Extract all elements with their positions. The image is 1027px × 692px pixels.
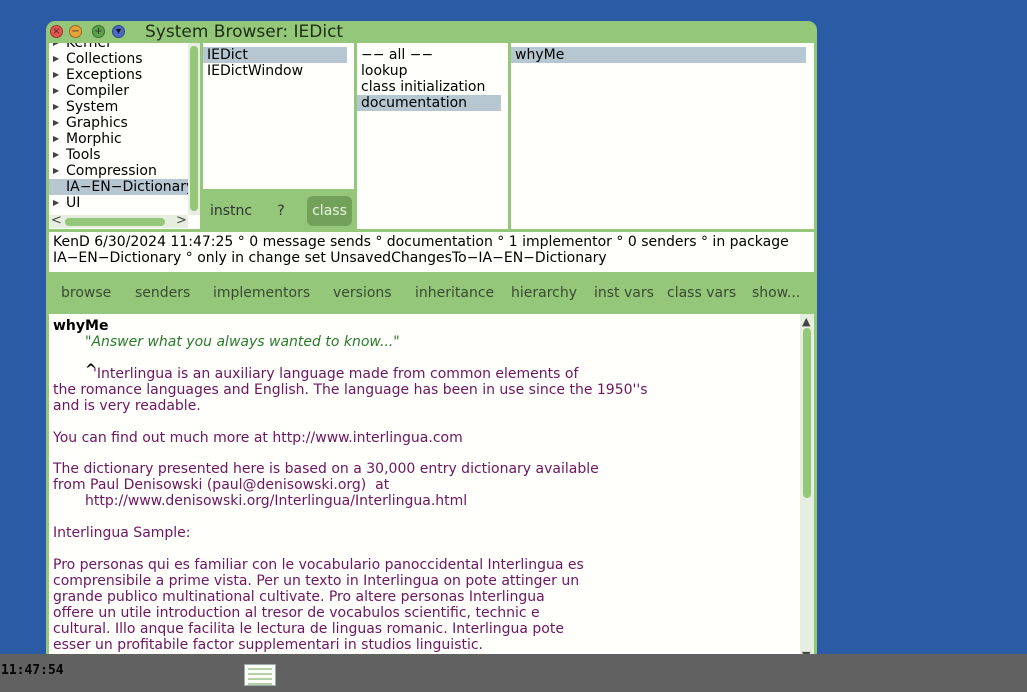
code-line: esser un profitabile factor supplementar… xyxy=(53,637,484,653)
window-thumbnail[interactable] xyxy=(244,664,276,686)
taskbar xyxy=(0,654,1027,692)
minimize-icon[interactable]: − xyxy=(69,25,82,38)
title-bar[interactable]: System Browser: IEDict × − + ▾ xyxy=(46,21,817,43)
info-line: KenD 6/30/2024 11:47:25 ° 0 message send… xyxy=(53,234,789,250)
expand-triangle-icon: ▶ xyxy=(53,43,59,51)
class-item[interactable]: IEDictWindow xyxy=(203,63,354,79)
category-horizontal-scrollbar[interactable]: < > xyxy=(49,213,188,229)
scrollbar-thumb[interactable] xyxy=(190,46,198,211)
help-button[interactable]: ? xyxy=(273,203,289,219)
protocol-item[interactable]: lookup xyxy=(357,63,508,79)
code-line: and is very readable. xyxy=(53,398,201,414)
hierarchy-button[interactable]: hierarchy xyxy=(511,285,577,301)
code-vertical-scrollbar[interactable]: ▲ ▼ xyxy=(800,314,814,663)
inst-vars-button[interactable]: inst vars xyxy=(594,285,654,301)
class-list[interactable]: IEDict IEDictWindow xyxy=(203,43,354,189)
code-line: The dictionary presented here is based o… xyxy=(53,461,599,477)
expand-triangle-icon: ▶ xyxy=(53,70,60,79)
class-vars-button[interactable]: class vars xyxy=(667,285,736,301)
protocol-item-selected[interactable]: documentation xyxy=(357,95,501,111)
scroll-right-icon[interactable]: > xyxy=(176,213,187,229)
expand-triangle-icon: ▶ xyxy=(53,166,60,175)
versions-button[interactable]: versions xyxy=(333,285,392,301)
close-icon[interactable]: × xyxy=(50,25,63,38)
implementors-button[interactable]: implementors xyxy=(213,285,310,301)
protocol-item[interactable]: −− all −− xyxy=(357,47,508,63)
scrollbar-thumb[interactable] xyxy=(803,328,811,498)
category-item-selected[interactable]: IA−EN−Dictionary xyxy=(49,179,194,195)
expand-triangle-icon: ▶ xyxy=(53,198,60,207)
category-list[interactable]: ▶Kernel ▶Collections ▶Exceptions ▶Compil… xyxy=(49,43,200,229)
expand-triangle-icon: ▶ xyxy=(53,54,60,63)
code-line: http://www.denisowski.org/Interlingua/In… xyxy=(85,493,468,509)
code-line: Interlingua Sample: xyxy=(53,525,191,541)
senders-button[interactable]: senders xyxy=(135,285,190,301)
category-item[interactable]: ▶ Compiler xyxy=(49,83,189,99)
code-line: You can find out much more at http://www… xyxy=(53,430,463,446)
code-line: offere un utile introduction al tresor d… xyxy=(53,605,540,621)
method-comment: "Answer what you always wanted to know..… xyxy=(85,334,400,350)
category-item[interactable]: ▶ Exceptions xyxy=(49,67,189,83)
inheritance-button[interactable]: inheritance xyxy=(415,285,494,301)
browse-button[interactable]: browse xyxy=(61,285,111,301)
window-title: System Browser: IEDict xyxy=(145,22,344,42)
info-line: IA−EN−Dictionary ° only in change set Un… xyxy=(53,250,607,266)
protocol-item[interactable]: class initialization xyxy=(357,79,508,95)
maximize-icon[interactable]: + xyxy=(92,25,105,38)
class-mode-buttons: instnc ? class xyxy=(203,192,354,229)
protocol-list[interactable]: −− all −− lookup class initialization do… xyxy=(357,43,508,229)
category-item[interactable]: ▶Kernel xyxy=(49,43,189,51)
code-line: the romance languages and English. The l… xyxy=(53,382,648,398)
taskbar-clock: 11:47:54 xyxy=(1,663,64,678)
category-item[interactable]: ▶ Compression xyxy=(49,163,189,179)
method-selector: whyMe xyxy=(53,318,109,334)
category-item[interactable]: ▶ Collections xyxy=(49,51,189,67)
category-item[interactable]: ▶ Graphics xyxy=(49,115,189,131)
category-vertical-scrollbar[interactable] xyxy=(188,43,200,215)
category-item[interactable]: ▶ System xyxy=(49,99,189,115)
class-item-selected[interactable]: IEDict xyxy=(203,47,347,63)
window-menu-icon[interactable]: ▾ xyxy=(112,25,125,38)
code-line: cultural. Illo anque facilita le lectura… xyxy=(53,621,564,637)
method-item-selected[interactable]: whyMe xyxy=(511,47,806,63)
code-line: 'Interlingua is an auxiliary language ma… xyxy=(93,366,579,382)
browser-toolbar: browse senders implementors versions inh… xyxy=(49,275,814,311)
code-editor[interactable]: whyMe "Answer what you always wanted to … xyxy=(49,314,814,663)
class-button[interactable]: class xyxy=(307,196,352,226)
expand-triangle-icon: ▶ xyxy=(53,118,60,127)
category-item[interactable]: ▶ UI xyxy=(49,195,189,211)
system-browser-window[interactable]: System Browser: IEDict × − + ▾ ▶Kernel ▶… xyxy=(46,21,817,666)
instance-button[interactable]: instnc xyxy=(207,203,255,219)
category-item[interactable]: ▶ Tools xyxy=(49,147,189,163)
expand-triangle-icon: ▶ xyxy=(53,150,60,159)
method-info-panel: KenD 6/30/2024 11:47:25 ° 0 message send… xyxy=(49,232,814,272)
category-item[interactable]: ▶ Morphic xyxy=(49,131,189,147)
show-button[interactable]: show... xyxy=(752,285,800,301)
code-line: grande publico multinational cultivate. … xyxy=(53,589,545,605)
scrollbar-thumb[interactable] xyxy=(65,218,165,226)
code-line: from Paul Denisowski (paul@denisowski.or… xyxy=(53,477,390,493)
method-list[interactable]: whyMe xyxy=(511,43,814,229)
expand-triangle-icon: ▶ xyxy=(53,86,60,95)
scroll-left-icon[interactable]: < xyxy=(51,213,62,229)
code-line: Pro personas qui es familiar con le voca… xyxy=(53,557,584,573)
expand-triangle-icon: ▶ xyxy=(53,134,60,143)
expand-triangle-icon: ▶ xyxy=(53,102,60,111)
code-line: comprensibile a prime vista. Per un text… xyxy=(53,573,580,589)
